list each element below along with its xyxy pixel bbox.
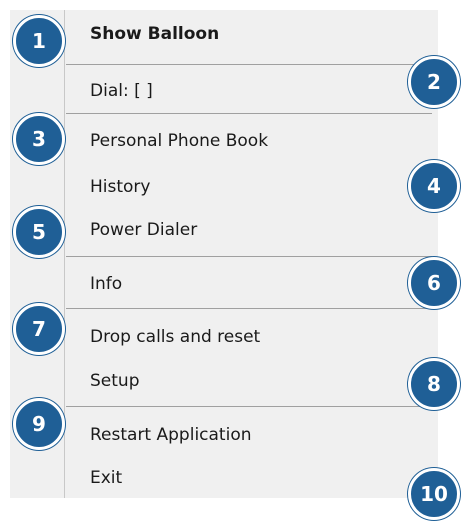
callout-badge-6: 6 (408, 257, 460, 309)
callout-badge-1: 1 (13, 15, 65, 67)
menu-item-setup[interactable]: Setup (90, 370, 139, 392)
callout-badge-8: 8 (408, 358, 460, 410)
callout-badge-3: 3 (13, 113, 65, 165)
callout-badge-2: 2 (408, 56, 460, 108)
menu-item-restart-application[interactable]: Restart Application (90, 424, 252, 446)
callout-badge-7: 7 (13, 303, 65, 355)
menu-item-personal-phone-book[interactable]: Personal Phone Book (90, 130, 268, 152)
menu-item-history[interactable]: History (90, 176, 150, 198)
menu-item-info[interactable]: Info (90, 273, 122, 295)
callout-badge-10: 10 (408, 468, 460, 520)
callout-badge-5: 5 (13, 206, 65, 258)
menu-item-drop-calls-and-reset[interactable]: Drop calls and reset (90, 326, 260, 348)
menu-item-power-dialer[interactable]: Power Dialer (90, 219, 197, 241)
menu-separator (66, 113, 432, 114)
menu-separator (66, 256, 432, 257)
menu-item-exit[interactable]: Exit (90, 467, 122, 489)
callout-badge-4: 4 (408, 160, 460, 212)
callout-badge-9: 9 (13, 398, 65, 450)
menu-separator (66, 308, 432, 309)
menu-separator (66, 64, 432, 65)
menu-separator (66, 406, 432, 407)
menu-item-dial[interactable]: Dial: [ ] (90, 80, 153, 102)
menu-item-show-balloon[interactable]: Show Balloon (90, 23, 219, 45)
